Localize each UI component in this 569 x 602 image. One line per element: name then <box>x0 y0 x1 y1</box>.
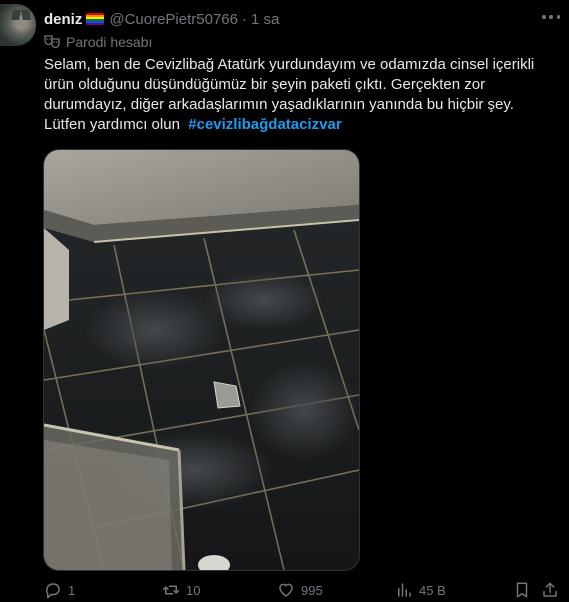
tweet-actions: 1 10 995 45 B <box>44 580 559 602</box>
tweet-text-line: Lütfen yardımcı olun #cevizlibağdatacizv… <box>44 115 559 135</box>
like-button[interactable]: 995 <box>277 580 323 600</box>
tweet-photo[interactable] <box>43 149 360 571</box>
theater-masks-icon <box>44 35 60 49</box>
tweet-text-line: durumdayız, diğer arkadaşlarımın yaşadık… <box>44 96 514 113</box>
user-handle[interactable]: @CuorePietr50766 <box>109 11 238 28</box>
bookmark-icon <box>516 582 528 598</box>
avatar[interactable] <box>0 4 36 46</box>
reply-count: 1 <box>68 582 76 598</box>
parody-text: Parodi hesabı <box>66 34 153 50</box>
tweet-text-last: Lütfen yardımcı olun <box>44 116 180 133</box>
bookmark-button[interactable] <box>513 580 531 600</box>
share-button[interactable] <box>541 580 559 600</box>
like-count: 995 <box>301 582 323 598</box>
tweet-card[interactable]: deniz @CuorePietr50766 · 1 sa Parodi hes… <box>0 0 569 602</box>
parody-account-label: Parodi hesabı <box>44 33 152 51</box>
tweet-header: deniz @CuorePietr50766 · 1 sa <box>44 9 279 29</box>
tweet-text: Selam, ben de Cevizlibağ Atatürk yurdund… <box>44 55 559 135</box>
separator-dot: · <box>241 10 247 28</box>
tweet-text-line: ürün olduğunu düşündüğümüz bir şeyin pak… <box>44 76 486 93</box>
bathroom-floor-photo <box>44 150 359 570</box>
views-chart-icon <box>398 583 411 597</box>
reply-icon <box>46 583 60 599</box>
repost-button[interactable]: 10 <box>162 580 200 600</box>
views-count: 45 B <box>419 582 446 598</box>
tweet-text-line: Selam, ben de Cevizlibağ Atatürk yurdund… <box>44 56 535 73</box>
repost-icon <box>162 585 180 595</box>
more-horizontal-icon[interactable] <box>542 12 560 22</box>
repost-count: 10 <box>186 582 201 598</box>
views-button[interactable]: 45 B <box>395 580 446 600</box>
reply-button[interactable]: 1 <box>44 580 75 600</box>
heart-icon <box>279 583 293 597</box>
share-icon <box>543 582 557 597</box>
display-name[interactable]: deniz <box>44 11 82 28</box>
timestamp[interactable]: 1 sa <box>251 11 279 28</box>
hashtag-link[interactable]: #cevizlibağdatacizvar <box>188 116 341 133</box>
rainbow-flag-icon <box>86 13 105 25</box>
